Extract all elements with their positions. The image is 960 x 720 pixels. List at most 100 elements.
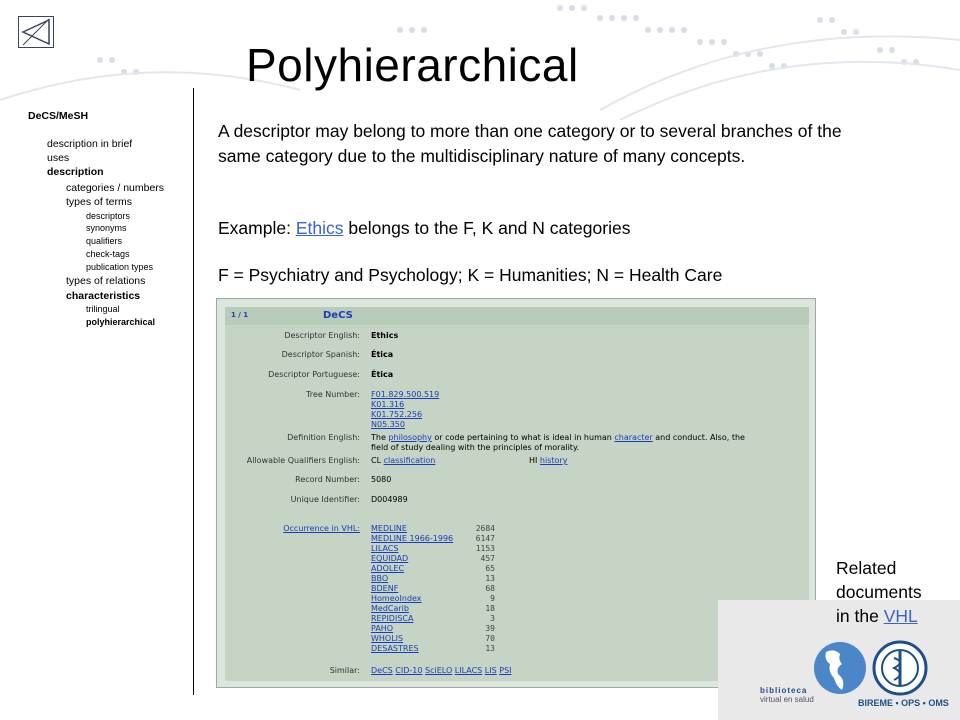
sidebar-item-types-of-relations[interactable]: types of relations [66, 275, 145, 287]
virtual-en-salud-text: virtual en salud [760, 695, 814, 704]
label-descriptor-spanish: Descriptor Spanish: [281, 350, 360, 359]
americas-globe-icon [814, 642, 866, 694]
similar-link-decs[interactable]: DeCS [371, 666, 393, 675]
biblioteca-logo-text: biblioteca virtual en salud [760, 686, 814, 704]
occurrence-count: 2684 [475, 524, 495, 533]
similar-links: DeCS CID-10 SciELO LILACS LIS PSI [371, 666, 512, 675]
label-descriptor-english: Descriptor English: [284, 331, 360, 340]
occurrence-count: 13 [485, 574, 495, 583]
occurrence-count: 6147 [475, 534, 495, 543]
example-prefix: Example: [218, 218, 296, 238]
value-unique-identifier: D004989 [371, 495, 408, 504]
label-similar: Similar: [329, 666, 360, 675]
sidebar-item-trilingual[interactable]: trilingual [86, 304, 120, 314]
database-link-paho[interactable]: PAHO [371, 624, 393, 633]
value-descriptor-english: Ethics [371, 331, 399, 340]
occurrence-count: 1153 [475, 544, 495, 553]
bireme-ops-oms-logo-text: BIREME • OPS • OMS [858, 698, 949, 708]
occurrence-count: 39 [485, 624, 495, 633]
classification-link[interactable]: classification [384, 456, 436, 465]
sidebar-item-descriptors[interactable]: descriptors [86, 211, 130, 221]
occurrence-in-vhl-link[interactable]: Occurrence in VHL: [283, 524, 360, 533]
definition-line-2: field of study dealing with the principl… [371, 443, 580, 452]
sidebar-item-synonyms[interactable]: synonyms [86, 223, 127, 233]
occurrence-count: 65 [485, 564, 495, 573]
sidebar-item-check-tags[interactable]: check-tags [86, 249, 130, 259]
label-definition: Definition English: [287, 433, 360, 442]
database-link-equidad[interactable]: EQUIDAD [371, 554, 408, 563]
value-descriptor-spanish: Ética [371, 350, 394, 359]
database-link-homeoindex[interactable]: HomeoIndex [371, 594, 422, 603]
similar-link-lis[interactable]: LIS [485, 666, 497, 675]
back-button[interactable] [18, 16, 54, 48]
record-header: 1 / 1 DeCS [225, 307, 809, 325]
sidebar-item-qualifiers[interactable]: qualifiers [86, 236, 122, 246]
database-link-bbo[interactable]: BBO [371, 574, 388, 583]
label-allowable-qualifiers: Allowable Qualifiers English: [246, 456, 360, 465]
database-link-repidisca[interactable]: REPIDISCA [371, 614, 413, 623]
similar-link-lilacs[interactable]: LILACS [455, 666, 482, 675]
main-content: A descriptor may belong to more than one… [218, 119, 868, 288]
sidebar-item-uses[interactable]: uses [47, 152, 69, 164]
database-link-wholis[interactable]: WHOLIS [371, 634, 403, 643]
database-link-bdenf[interactable]: BDENF [371, 584, 398, 593]
database-link-medline-1966-1996[interactable]: MEDLINE 1966-1996 [371, 534, 453, 543]
sidebar-item-description-in-brief[interactable]: description in brief [47, 138, 132, 150]
sidebar-item-categories-numbers[interactable]: categories / numbers [66, 182, 164, 194]
qualifier-code: HI [529, 456, 538, 465]
biblioteca-text: biblioteca [760, 686, 808, 695]
label-descriptor-portuguese: Descriptor Portuguese: [268, 370, 360, 379]
decs-brand: DeCS [323, 310, 353, 321]
ethics-link[interactable]: Ethics [296, 218, 344, 238]
tree-number-link[interactable]: K01.752.256 [371, 410, 422, 419]
label-record-number: Record Number: [295, 475, 360, 484]
related-line-3: in the VHL [836, 604, 922, 628]
value-record-number: 5080 [371, 475, 392, 484]
page-title: Polyhierarchical [246, 39, 579, 91]
character-link[interactable]: character [614, 433, 652, 442]
sidebar-divider [193, 88, 194, 695]
qualifier-hi: HI history [529, 456, 567, 465]
database-link-medline[interactable]: MEDLINE [371, 524, 407, 533]
related-documents: Related documents in the VHL [836, 556, 922, 628]
occurrence-count: 457 [480, 554, 495, 563]
tree-number-link[interactable]: N05.350 [371, 420, 405, 429]
intro-paragraph: A descriptor may belong to more than one… [218, 121, 842, 166]
definition-text: or code pertaining to what is ideal in h… [431, 433, 615, 442]
sidebar-item-polyhierarchical[interactable]: polyhierarchical [86, 317, 155, 327]
vhl-link[interactable]: VHL [884, 606, 918, 626]
tree-number-link[interactable]: F01.829.500.519 [371, 390, 439, 399]
example-suffix: belongs to the F, K and N categories [343, 218, 631, 238]
related-line-1: Related [836, 558, 897, 578]
philosophy-link[interactable]: philosophy [388, 433, 431, 442]
tree-number-link[interactable]: K01.316 [371, 400, 404, 409]
sidebar-item-types-of-terms[interactable]: types of terms [66, 196, 132, 208]
definition-text: and conduct. Also, the [652, 433, 745, 442]
definition-text: The [371, 433, 389, 442]
sidebar-heading[interactable]: DeCS/MeSH [28, 110, 88, 122]
sidebar-item-publication-types[interactable]: publication types [86, 262, 153, 272]
occurrence-count: 9 [490, 594, 495, 603]
history-link[interactable]: history [540, 456, 568, 465]
sidebar-item-description[interactable]: description [47, 166, 104, 178]
occurrence-count: 70 [485, 634, 495, 643]
database-link-desastres[interactable]: DESASTRES [371, 644, 419, 653]
qualifier-cl: CL classification [371, 456, 435, 465]
similar-link-scielo[interactable]: SciELO [425, 666, 452, 675]
occurrence-count: 68 [485, 584, 495, 593]
qualifier-code: CL [371, 456, 382, 465]
database-link-adolec[interactable]: ADOLEC [371, 564, 404, 573]
example-line: Example: Ethics belongs to the F, K and … [218, 216, 868, 241]
back-arrow-icon [21, 18, 50, 46]
similar-link-cid10[interactable]: CID-10 [395, 666, 422, 675]
occurrence-count: 13 [485, 644, 495, 653]
similar-link-psi[interactable]: PSI [499, 666, 511, 675]
sidebar-item-characteristics[interactable]: characteristics [66, 290, 140, 302]
related-line-2: documents [836, 582, 922, 602]
database-link-lilacs[interactable]: LILACS [371, 544, 398, 553]
occurrence-count: 18 [485, 604, 495, 613]
database-link-medcarib[interactable]: MedCarib [371, 604, 409, 613]
label-tree-number: Tree Number: [306, 390, 360, 399]
label-occurrence-in-vhl: Occurrence in VHL: [225, 524, 360, 533]
occurrence-count: 3 [490, 614, 495, 623]
